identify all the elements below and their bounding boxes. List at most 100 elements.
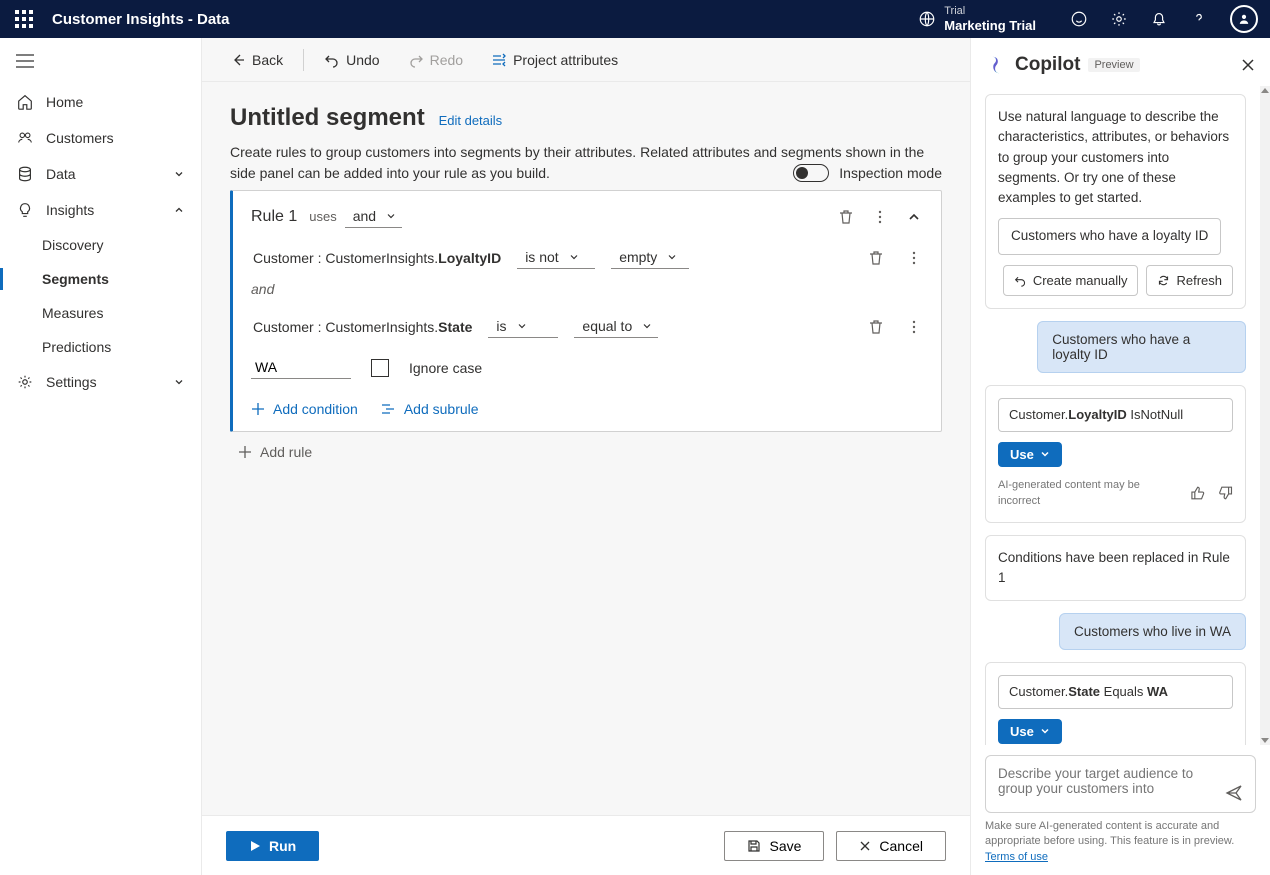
notifications-bell-icon[interactable] [1150, 10, 1168, 28]
sidebar-item-label: Measures [42, 305, 103, 321]
terms-link[interactable]: Terms of use [985, 851, 1048, 863]
sidebar-item-home[interactable]: Home [0, 84, 201, 120]
cancel-button[interactable]: Cancel [836, 831, 946, 861]
chevron-down-icon [173, 376, 185, 388]
thumbs-up-icon[interactable] [1190, 485, 1205, 501]
ignore-case-checkbox[interactable] [371, 359, 389, 377]
undo-icon [324, 52, 340, 68]
operator-select[interactable]: is [488, 315, 558, 338]
use-button[interactable]: Use [998, 442, 1062, 467]
ignore-case-label: Ignore case [409, 360, 482, 376]
sidebar-item-label: Home [46, 94, 83, 110]
copilot-logo-icon [985, 54, 1007, 76]
redo-icon [408, 52, 424, 68]
more-vertical-icon[interactable] [905, 318, 923, 336]
copilot-textarea[interactable] [998, 766, 1215, 796]
copilot-example-chip[interactable]: Customers who have a loyalty ID [998, 218, 1221, 254]
plus-icon [251, 402, 265, 416]
add-subrule-button[interactable]: Add subrule [380, 401, 479, 417]
edit-details-link[interactable]: Edit details [439, 113, 503, 128]
refresh-icon [1157, 274, 1170, 287]
separator [303, 49, 304, 71]
more-vertical-icon[interactable] [905, 249, 923, 267]
thumbs-down-icon[interactable] [1218, 485, 1233, 501]
back-button[interactable]: Back [222, 48, 291, 72]
sidebar-item-data[interactable]: Data [0, 156, 201, 192]
sidebar-item-measures[interactable]: Measures [0, 296, 201, 330]
inspection-mode-toggle[interactable] [793, 164, 829, 182]
copilot-scrollbar[interactable] [1260, 86, 1270, 745]
user-message: Customers who have a loyalty ID [1037, 321, 1246, 373]
attribute-path: Customer : CustomerInsights.LoyaltyID [253, 250, 501, 266]
app-title: Customer Insights - Data [52, 11, 918, 28]
project-attributes-button[interactable]: Project attributes [483, 48, 626, 72]
save-button[interactable]: Save [724, 831, 824, 861]
sidebar-item-label: Discovery [42, 237, 103, 253]
chevron-down-icon [1040, 449, 1050, 459]
rule-logic-select[interactable]: and [345, 205, 402, 228]
chevron-down-icon [667, 252, 677, 262]
value-select[interactable]: empty [611, 246, 689, 269]
subrule-icon [380, 402, 396, 416]
sidebar-item-insights[interactable]: Insights [0, 192, 201, 228]
copilot-input-area: Make sure AI-generated content is accura… [971, 745, 1270, 875]
and-separator: and [251, 281, 923, 297]
settings-gear-icon[interactable] [1110, 10, 1128, 28]
rule-card: Rule 1 uses and Customer : Cust [230, 190, 942, 432]
condition-value-input[interactable] [251, 356, 351, 379]
sidebar-item-discovery[interactable]: Discovery [0, 228, 201, 262]
sidebar-item-customers[interactable]: Customers [0, 120, 201, 156]
play-icon [249, 840, 261, 852]
copilot-body: Use natural language to describe the cha… [971, 86, 1260, 745]
condition-row: Customer : CustomerInsights.LoyaltyID is… [251, 246, 923, 269]
refresh-button[interactable]: Refresh [1146, 265, 1233, 297]
content: Untitled segment Edit details Create rul… [202, 82, 970, 815]
sidebar-item-label: Insights [46, 202, 94, 218]
customers-icon [16, 129, 34, 147]
copilot-intro-card: Use natural language to describe the cha… [985, 94, 1246, 309]
rule-name: Rule 1 [251, 208, 297, 226]
condition-row: Customer : CustomerInsights.State is equ… [251, 315, 923, 338]
chevron-down-icon [569, 252, 579, 262]
footer-bar: Run Save Cancel [202, 815, 970, 875]
copilot-input-box[interactable] [985, 755, 1256, 813]
sidebar-item-segments[interactable]: Segments [0, 262, 201, 296]
attribute-path: Customer : CustomerInsights.State [253, 319, 472, 335]
close-copilot-icon[interactable] [1240, 57, 1256, 73]
main-area: Back Undo Redo Project attributes Untitl… [202, 38, 970, 875]
add-condition-button[interactable]: Add condition [251, 401, 358, 417]
operator-select[interactable]: is not [517, 246, 595, 269]
help-icon[interactable] [1190, 10, 1208, 28]
create-manually-button[interactable]: Create manually [1003, 265, 1139, 297]
sidebar-item-settings[interactable]: Settings [0, 364, 201, 400]
sidebar-item-label: Settings [46, 374, 97, 390]
smile-feedback-icon[interactable] [1070, 10, 1088, 28]
sidebar-item-label: Customers [46, 130, 114, 146]
attributes-icon [491, 52, 507, 68]
delete-condition-icon[interactable] [867, 249, 885, 267]
use-button[interactable]: Use [998, 719, 1062, 744]
arrow-left-icon [230, 52, 246, 68]
sidebar-toggle[interactable] [0, 46, 201, 76]
copilot-footer-note: Make sure AI-generated content is accura… [985, 819, 1256, 865]
undo-button[interactable]: Undo [316, 48, 387, 72]
generated-expression: Customer.State Equals WA [998, 675, 1233, 709]
send-icon[interactable] [1225, 784, 1243, 802]
chevron-down-icon [1040, 726, 1050, 736]
avatar-icon [1237, 12, 1251, 26]
environment-picker[interactable]: Trial Marketing Trial [918, 5, 1036, 33]
copilot-status-card: Conditions have been replaced in Rule 1 [985, 535, 1246, 602]
value-select[interactable]: equal to [574, 315, 658, 338]
user-avatar[interactable] [1230, 5, 1258, 33]
hamburger-icon [16, 54, 34, 68]
collapse-rule-icon[interactable] [905, 208, 923, 226]
add-rule-button[interactable]: Add rule [238, 444, 312, 460]
run-button[interactable]: Run [226, 831, 319, 861]
delete-rule-icon[interactable] [837, 208, 855, 226]
delete-condition-icon[interactable] [867, 318, 885, 336]
app-launcher-icon[interactable] [12, 7, 36, 31]
sidebar-item-predictions[interactable]: Predictions [0, 330, 201, 364]
redo-button: Redo [400, 48, 471, 72]
more-vertical-icon[interactable] [871, 208, 889, 226]
plus-icon [238, 445, 252, 459]
